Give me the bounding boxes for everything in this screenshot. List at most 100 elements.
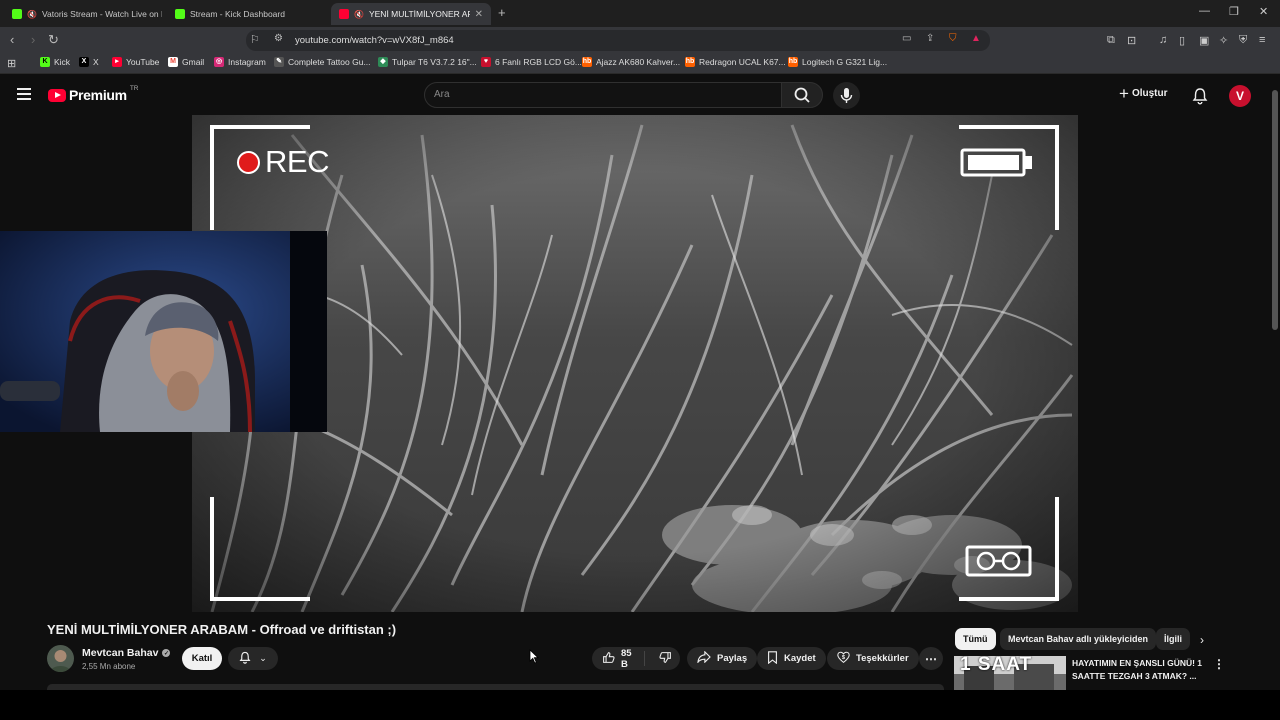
share-button[interactable]: Paylaş (687, 647, 758, 670)
tulpar-icon: ◆ (378, 57, 388, 67)
menu-icon[interactable]: ≡ (1259, 34, 1265, 46)
wallet-icon[interactable]: ▣ (1199, 34, 1209, 47)
cast-icon[interactable]: ▭ (902, 33, 911, 44)
bookmark-redragon[interactable]: hb Redragon UCAL K67... (685, 57, 786, 67)
address-bar[interactable]: ⚐ ⚙ youtube.com/watch?v=wVX8fJ_m864 ▭ ⇪ … (246, 30, 990, 51)
thanks-label: Teşekkürler (856, 653, 909, 664)
bookmark-ajazz[interactable]: hb Ajazz AK680 Kahver... (582, 57, 680, 67)
plus-icon: + (1119, 84, 1129, 103)
join-button[interactable]: Katıl (182, 647, 222, 670)
chip-label: Mevtcan Bahav adlı yükleyiciden (1008, 634, 1149, 644)
new-tab-button[interactable]: + (498, 5, 506, 20)
chip-all[interactable]: Tümü (955, 628, 996, 650)
bookmark-fan[interactable]: ♥ 6 Fanlı RGB LCD Gö... (481, 57, 582, 67)
extensions-icon[interactable]: ⧉ (1107, 34, 1115, 47)
bookmark-instagram[interactable]: ◎ Instagram (214, 57, 266, 67)
vpn-icon[interactable]: ⛨ (1239, 34, 1247, 47)
brave-rewards-icon[interactable]: ▲ (971, 33, 981, 44)
tab-youtube-video[interactable]: 🔇 YENİ MULTİMİLYONER ARABA ✕ (331, 3, 491, 25)
leo-ai-icon[interactable]: ✧ (1219, 34, 1228, 47)
microphone-icon (840, 88, 853, 103)
screenshot-icon[interactable]: ⊡ (1127, 34, 1136, 47)
voice-search-button[interactable] (833, 82, 860, 109)
minimize-icon[interactable]: — (1199, 5, 1210, 17)
recommendation-more-icon[interactable]: ⋮ (1213, 657, 1225, 671)
reload-icon[interactable]: ↻ (48, 32, 59, 48)
restore-icon[interactable]: ❐ (1229, 5, 1239, 18)
create-label: Oluştur (1131, 88, 1168, 99)
notifications-bell-icon[interactable] (1192, 87, 1208, 110)
youtube-icon (339, 9, 349, 19)
share-page-icon[interactable]: ⇪ (926, 33, 934, 44)
tab-title: Stream - Kick Dashboard (190, 9, 285, 19)
instagram-icon: ◎ (214, 57, 224, 67)
youtube-header: Premium TR + Oluştur V (0, 75, 1280, 115)
hb-icon: hb (582, 57, 592, 67)
apps-grid-icon[interactable]: ⊞ (7, 57, 16, 70)
search-button[interactable] (781, 82, 823, 108)
tab-title: YENİ MULTİMİLYONER ARABA (368, 9, 470, 19)
sidebar-icon[interactable]: ▯ (1179, 34, 1185, 47)
search-input[interactable] (434, 89, 734, 100)
mouse-cursor-icon (529, 649, 539, 669)
tab-title: Vatoris Stream - Watch Live on K (41, 9, 162, 19)
thumbs-up-icon (602, 651, 615, 667)
rec-label: REC (265, 144, 329, 179)
url-text[interactable]: youtube.com/watch?v=wVX8fJ_m864 (295, 35, 454, 46)
back-icon[interactable]: ‹ (10, 32, 14, 47)
close-tab-icon[interactable]: ✕ (475, 9, 483, 20)
forward-icon[interactable]: › (31, 32, 35, 47)
bell-icon (239, 651, 251, 666)
page-scrollbar[interactable] (1270, 75, 1280, 690)
create-button[interactable]: + Oluştur (1119, 85, 1168, 102)
gmail-icon: M (168, 57, 178, 67)
chip-from-uploader[interactable]: Mevtcan Bahav adlı yükleyiciden (1000, 628, 1157, 650)
more-actions-icon[interactable]: ⋯ (919, 647, 943, 670)
channel-avatar[interactable] (47, 645, 74, 672)
chevron-right-icon[interactable]: › (1200, 633, 1204, 647)
bookmark-icon[interactable]: ⚐ (250, 33, 260, 46)
bookmark-kick[interactable]: K Kick (40, 57, 70, 67)
chip-related[interactable]: İlgili (1156, 628, 1190, 650)
site-info-icon[interactable]: ⚙ (274, 33, 283, 44)
browser-tab-bar: 🔇 Vatoris Stream - Watch Live on K Strea… (0, 0, 1280, 27)
scrollbar-thumb[interactable] (1272, 90, 1278, 330)
save-button[interactable]: Kaydet (757, 647, 826, 670)
bookmark-logitech[interactable]: hb Logitech G G321 Lig... (788, 57, 887, 67)
bookmark-x[interactable]: XX (79, 57, 99, 67)
taskbar (0, 690, 1280, 720)
browser-toolbar: ‹ › ↻ ⚐ ⚙ youtube.com/watch?v=wVX8fJ_m86… (0, 27, 1280, 53)
tab-kick-dashboard[interactable]: Stream - Kick Dashboard (167, 3, 327, 25)
brave-shield-icon[interactable]: ⛉ (949, 33, 957, 44)
thumbs-down-icon (659, 651, 672, 667)
channel-name[interactable]: Mevtcan Bahav ✓ (82, 647, 171, 659)
bookmark-tulpar[interactable]: ◆ Tulpar T6 V3.7.2 16"... (378, 57, 477, 67)
bookmark-youtube[interactable]: ▸ YouTube (112, 57, 159, 67)
tab-vatoris-stream[interactable]: 🔇 Vatoris Stream - Watch Live on K (4, 3, 162, 25)
kick-icon: K (40, 57, 50, 67)
share-arrow-icon (697, 650, 711, 666)
account-avatar[interactable]: V (1229, 85, 1251, 107)
kick-icon (12, 9, 22, 19)
youtube-premium-logo[interactable]: Premium TR (48, 84, 139, 103)
share-label: Paylaş (717, 653, 748, 664)
dislike-button[interactable] (651, 651, 680, 667)
bookmark-gmail[interactable]: M Gmail (168, 57, 204, 67)
streamer-webcam-image (0, 231, 327, 432)
hamburger-menu-icon[interactable] (17, 88, 31, 100)
youtube-play-icon (48, 88, 66, 102)
thanks-button[interactable]: $ Teşekkürler (827, 647, 919, 670)
close-window-icon[interactable]: ✕ (1259, 5, 1268, 18)
youtube-icon: ▸ (112, 57, 122, 67)
muted-icon[interactable]: 🔇 (27, 10, 37, 19)
like-button[interactable]: 85 B (592, 648, 645, 670)
thumbnail-text: 1 SAAT (960, 656, 1033, 675)
muted-icon[interactable]: 🔇 (354, 10, 364, 19)
music-icon[interactable]: ♫ (1159, 34, 1167, 46)
recommended-video-title[interactable]: HAYATIMIN EN ŞANSLI GÜNÜ! 1 SAATTE TEZGA… (1072, 657, 1212, 683)
subscription-bell-button[interactable]: ⌄ (228, 647, 278, 670)
logo-region: TR (129, 84, 139, 92)
bookmark-tattoo[interactable]: ✎ Complete Tattoo Gu... (274, 57, 371, 67)
recommended-video-thumbnail[interactable]: 1 SAAT (954, 656, 1066, 690)
rec-indicator: REC (237, 144, 329, 180)
